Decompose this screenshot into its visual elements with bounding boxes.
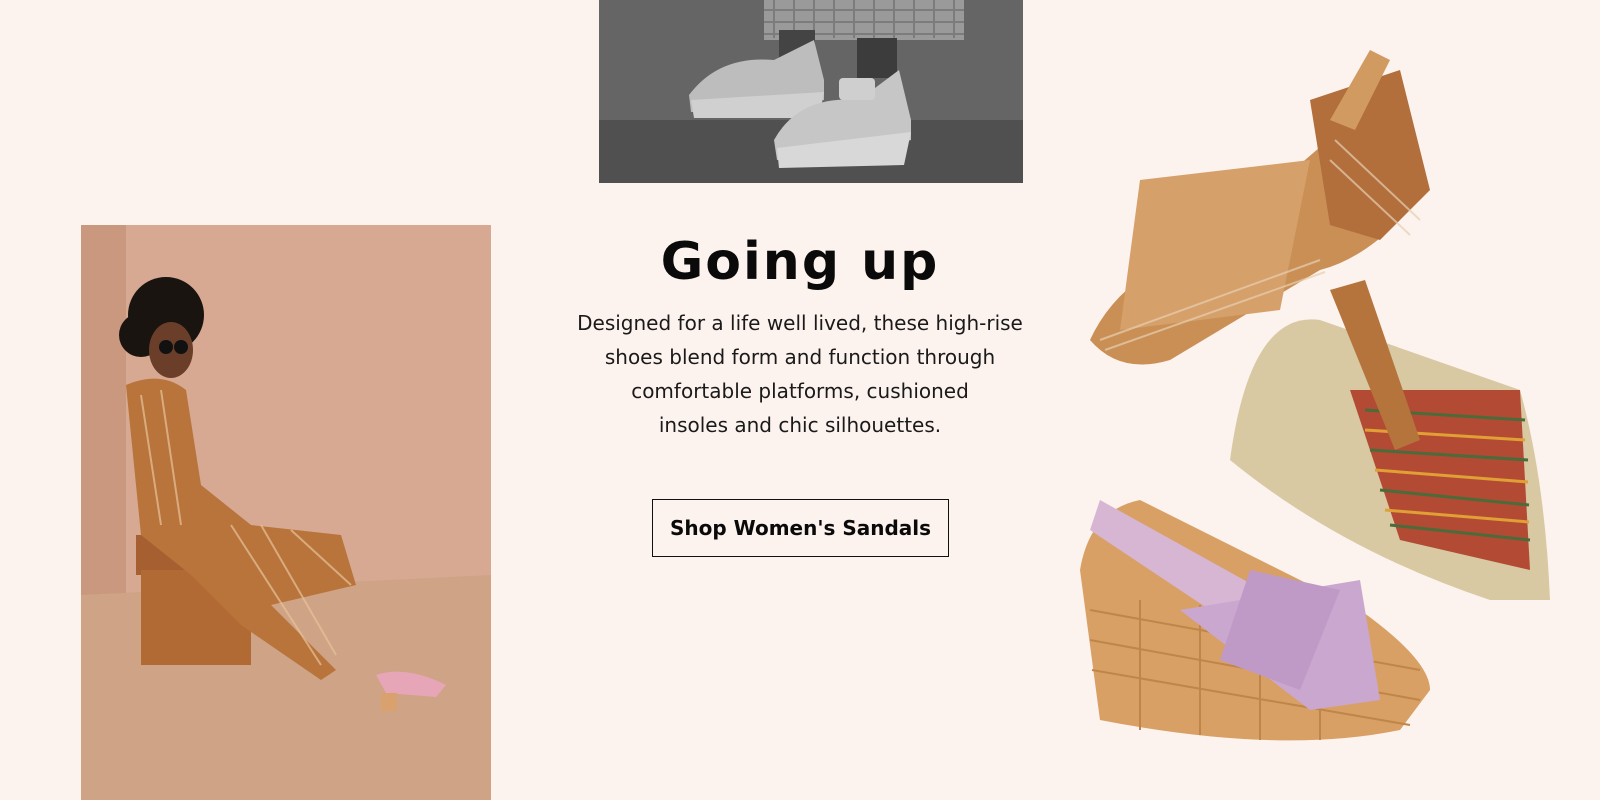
sandals-product-shot [1080,10,1580,770]
promo-text-block: Going up Designed for a life well lived,… [560,232,1040,442]
shop-womens-sandals-button[interactable]: Shop Women's Sandals [652,499,949,557]
promo-section: Going up Designed for a life well lived,… [0,0,1600,800]
promo-description: Designed for a life well lived, these hi… [560,306,1040,442]
promo-title: Going up [660,232,940,292]
promo-description-line: comfortable platforms, cushioned [631,379,969,403]
model-illustration [81,225,491,800]
wedge-sandals-illustration [599,0,1023,183]
promo-description-line: insoles and chic silhouettes. [658,413,942,437]
promo-description-line: shoes blend form and function through [604,345,996,369]
wedge-sandals-grayscale-photo [599,0,1023,183]
model-in-striped-jumpsuit-photo [81,225,491,800]
promo-description-line: Designed for a life well lived, these hi… [577,311,1023,335]
sandals-illustration [1080,50,1550,741]
